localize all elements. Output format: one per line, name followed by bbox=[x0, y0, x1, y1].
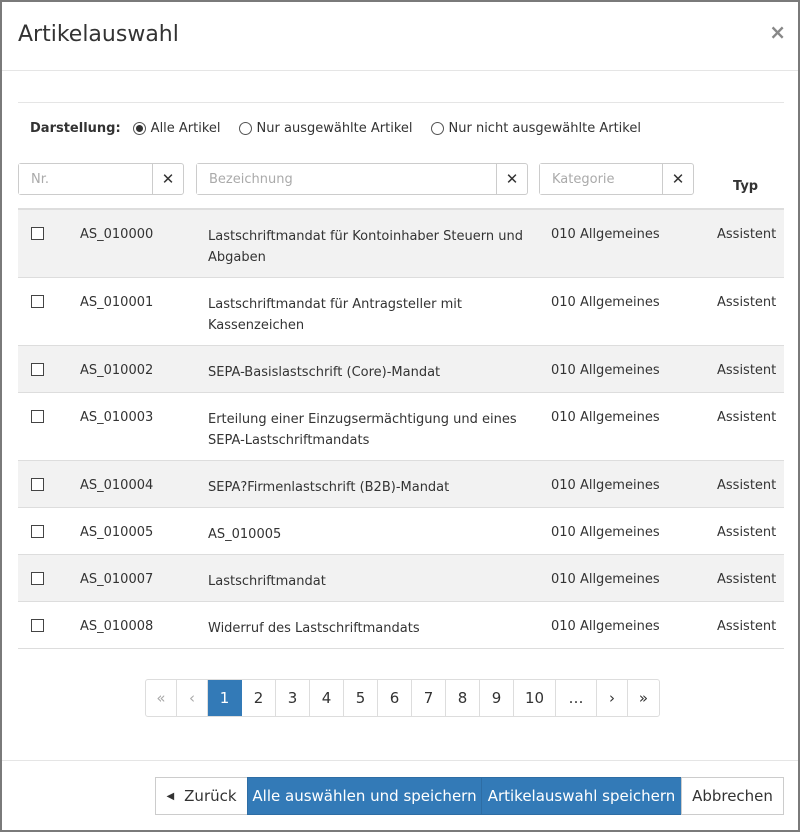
display-filter: Darstellung: Alle Artikel Nur ausgewählt… bbox=[30, 118, 659, 138]
page-next-button[interactable]: › bbox=[597, 680, 628, 716]
page-button-6[interactable]: 6 bbox=[378, 680, 412, 716]
article-name: Lastschriftmandat für Kontoinhaber Steue… bbox=[208, 229, 523, 265]
article-number: AS_010008 bbox=[80, 619, 154, 634]
page-button-1[interactable]: 1 bbox=[208, 680, 242, 716]
page-button-2[interactable]: 2 bbox=[242, 680, 276, 716]
radio-label: Nur nicht ausgewählte Artikel bbox=[448, 120, 641, 136]
radio-all-articles[interactable]: Alle Artikel bbox=[132, 120, 221, 136]
table-row[interactable]: AS_010004 SEPA?Firmenlastschrift (B2B)-M… bbox=[18, 461, 784, 508]
row-checkbox[interactable] bbox=[31, 295, 44, 308]
radio-unselected-articles[interactable]: Nur nicht ausgewählte Artikel bbox=[430, 120, 641, 136]
page-last-button[interactable]: » bbox=[628, 680, 659, 716]
kat-filter-input[interactable] bbox=[540, 164, 662, 194]
row-checkbox[interactable] bbox=[31, 525, 44, 538]
article-number: AS_010000 bbox=[80, 227, 154, 242]
page-button-4[interactable]: 4 bbox=[310, 680, 344, 716]
clear-kat-icon[interactable]: ✕ bbox=[662, 164, 693, 194]
page-ellipsis[interactable]: … bbox=[556, 680, 597, 716]
article-name: SEPA-Basislastschrift (Core)-Mandat bbox=[208, 365, 441, 380]
page-button-5[interactable]: 5 bbox=[344, 680, 378, 716]
article-category: 010 Allgemeines bbox=[551, 525, 660, 540]
footer-divider bbox=[2, 760, 798, 761]
article-number: AS_010004 bbox=[80, 478, 154, 493]
radio-button-icon[interactable] bbox=[430, 121, 444, 135]
article-category: 010 Allgemeines bbox=[551, 619, 660, 634]
article-type: Assistent bbox=[717, 363, 777, 378]
article-category: 010 Allgemeines bbox=[551, 227, 660, 242]
dialog-title: Artikelauswahl bbox=[18, 22, 179, 47]
article-type: Assistent bbox=[717, 295, 777, 310]
clear-bez-icon[interactable]: ✕ bbox=[496, 164, 527, 194]
table-row[interactable]: AS_010007 Lastschriftmandat 010 Allgemei… bbox=[18, 555, 784, 602]
back-button[interactable]: ◀ Zurück bbox=[155, 777, 248, 815]
article-number: AS_010002 bbox=[80, 363, 154, 378]
table-row[interactable]: AS_010005 AS_010005 010 Allgemeines Assi… bbox=[18, 508, 784, 555]
table-row[interactable]: AS_010008 Widerruf des Lastschriftmandat… bbox=[18, 602, 784, 649]
nr-filter: ✕ bbox=[18, 163, 184, 195]
pagination: « ‹ 1 2 3 4 5 6 7 8 9 10 … › » bbox=[145, 679, 660, 717]
bez-filter-input[interactable] bbox=[197, 164, 496, 194]
page-prev-button[interactable]: ‹ bbox=[177, 680, 208, 716]
page-first-button[interactable]: « bbox=[146, 680, 177, 716]
article-number: AS_010003 bbox=[80, 410, 154, 425]
dialog-header: Artikelauswahl × bbox=[2, 2, 798, 71]
radio-button-icon[interactable] bbox=[132, 121, 146, 135]
article-type: Assistent bbox=[717, 478, 777, 493]
typ-column-header: Typ bbox=[733, 179, 759, 194]
row-checkbox[interactable] bbox=[31, 572, 44, 585]
article-name: Lastschriftmandat für Antragsteller mit … bbox=[208, 297, 462, 333]
cancel-button[interactable]: Abbrechen bbox=[681, 777, 784, 815]
page-button-8[interactable]: 8 bbox=[446, 680, 480, 716]
article-name: Erteilung einer Einzugsermächtigung und … bbox=[208, 412, 517, 448]
kat-filter: ✕ bbox=[539, 163, 694, 195]
row-checkbox[interactable] bbox=[31, 410, 44, 423]
clear-nr-icon[interactable]: ✕ bbox=[152, 164, 183, 194]
article-table: AS_010000 Lastschriftmandat für Kontoinh… bbox=[18, 208, 784, 649]
page-button-9[interactable]: 9 bbox=[480, 680, 514, 716]
table-row[interactable]: AS_010001 Lastschriftmandat für Antragst… bbox=[18, 278, 784, 346]
article-type: Assistent bbox=[717, 572, 777, 587]
article-category: 010 Allgemeines bbox=[551, 572, 660, 587]
row-checkbox[interactable] bbox=[31, 619, 44, 632]
page-button-10[interactable]: 10 bbox=[514, 680, 556, 716]
article-type: Assistent bbox=[717, 410, 777, 425]
row-checkbox[interactable] bbox=[31, 363, 44, 376]
page-button-7[interactable]: 7 bbox=[412, 680, 446, 716]
article-name: Lastschriftmandat bbox=[208, 574, 326, 589]
save-selection-button[interactable]: Artikelauswahl speichern bbox=[481, 777, 682, 815]
article-name: AS_010005 bbox=[208, 527, 282, 542]
close-icon[interactable]: × bbox=[769, 20, 786, 44]
row-checkbox[interactable] bbox=[31, 478, 44, 491]
nr-filter-input[interactable] bbox=[19, 164, 152, 194]
radio-button-icon[interactable] bbox=[238, 121, 252, 135]
select-all-save-button[interactable]: Alle auswählen und speichern bbox=[247, 777, 482, 815]
bez-filter: ✕ bbox=[196, 163, 528, 195]
radio-label: Alle Artikel bbox=[150, 120, 221, 136]
article-category: 010 Allgemeines bbox=[551, 295, 660, 310]
article-selection-dialog: Artikelauswahl × Darstellung: Alle Artik… bbox=[0, 0, 800, 832]
article-number: AS_010005 bbox=[80, 525, 154, 540]
radio-label: Nur ausgewählte Artikel bbox=[256, 120, 413, 136]
article-type: Assistent bbox=[717, 227, 777, 242]
divider bbox=[18, 102, 784, 103]
article-number: AS_010007 bbox=[80, 572, 154, 587]
article-number: AS_010001 bbox=[80, 295, 154, 310]
table-row[interactable]: AS_010003 Erteilung einer Einzugsermächt… bbox=[18, 393, 784, 461]
article-category: 010 Allgemeines bbox=[551, 478, 660, 493]
back-button-label: Zurück bbox=[184, 787, 237, 805]
table-row[interactable]: AS_010000 Lastschriftmandat für Kontoinh… bbox=[18, 210, 784, 278]
table-row[interactable]: AS_010002 SEPA-Basislastschrift (Core)-M… bbox=[18, 346, 784, 393]
radio-selected-articles[interactable]: Nur ausgewählte Artikel bbox=[238, 120, 413, 136]
article-name: Widerruf des Lastschriftmandats bbox=[208, 621, 420, 636]
article-name: SEPA?Firmenlastschrift (B2B)-Mandat bbox=[208, 480, 450, 495]
article-type: Assistent bbox=[717, 525, 777, 540]
article-category: 010 Allgemeines bbox=[551, 363, 660, 378]
arrow-left-icon: ◀ bbox=[166, 790, 175, 802]
article-category: 010 Allgemeines bbox=[551, 410, 660, 425]
display-label: Darstellung: bbox=[30, 120, 121, 136]
row-checkbox[interactable] bbox=[31, 227, 44, 240]
page-button-3[interactable]: 3 bbox=[276, 680, 310, 716]
article-type: Assistent bbox=[717, 619, 777, 634]
